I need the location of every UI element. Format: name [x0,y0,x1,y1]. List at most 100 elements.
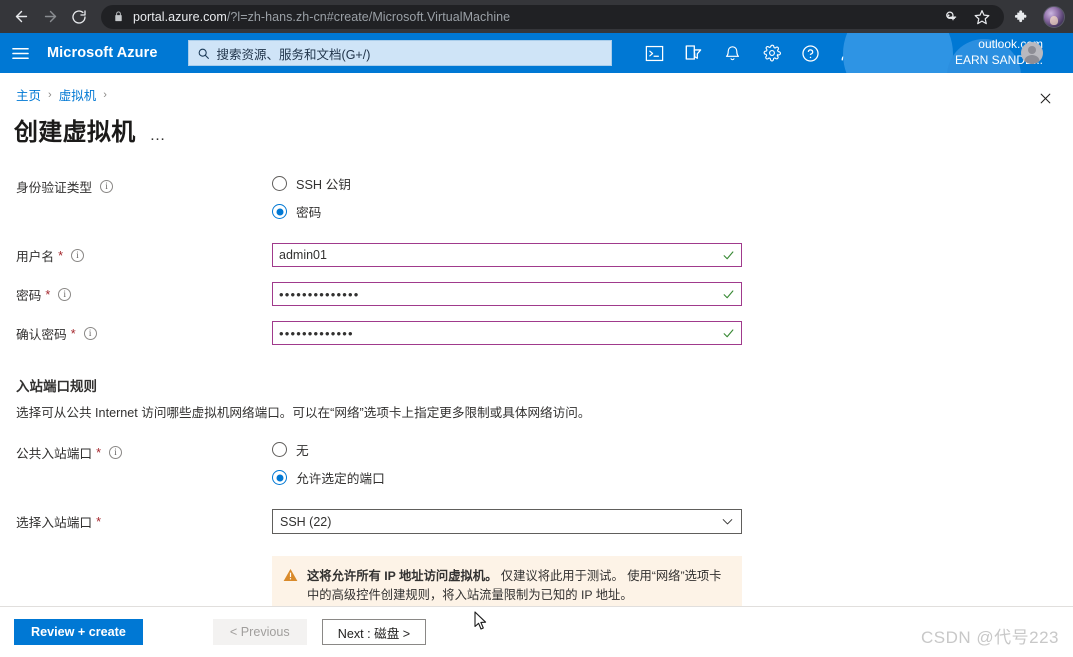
reload-icon [71,9,87,25]
forward-arrow-icon [42,8,59,25]
key-icon[interactable] [940,7,960,27]
password-value: •••••••••••••• [279,287,718,302]
help-question-icon[interactable] [800,42,822,64]
breadcrumb-separator-2: › [103,89,107,101]
search-input[interactable]: 搜索资源、服务和文档(G+/) [188,40,612,66]
reload-button[interactable] [66,4,92,30]
required-asterisk: * [58,249,63,263]
select-inbound-label: 选择入站端口 * [16,509,272,531]
required-asterisk: * [45,288,50,302]
directory-subscription-icon[interactable] [683,42,705,64]
warning-text: 这将允许所有 IP 地址访问虚拟机。 仅建议将此用于测试。 使用“网络”选项卡中… [307,567,730,604]
required-asterisk: * [96,446,101,460]
breadcrumb-item-home[interactable]: 主页 [16,85,41,104]
radio-option-allow-selected-ports[interactable]: 允许选定的端口 [272,468,385,487]
search-placeholder: 搜索资源、服务和文档(G+/) [217,44,371,63]
password-input[interactable]: •••••••••••••• [272,282,742,306]
more-actions-button[interactable]: … [150,127,168,148]
auth-type-radio-group: SSH 公钥 密码 [272,174,351,221]
radio-option-ssh-public-key[interactable]: SSH 公钥 [272,174,351,193]
chevron-down-icon [721,515,734,528]
inbound-section-heading: 入站端口规则 [16,375,1073,395]
azure-top-bar: Microsoft Azure 搜索资源、服务和文档(G+/) outlook.… [0,33,1073,73]
bookmark-star-icon[interactable] [972,7,992,27]
radio-label-ssh: SSH 公钥 [296,174,351,193]
browser-toolbar: portal.azure.com/?l=zh-hans.zh-cn#create… [0,0,1073,33]
radio-circle-none [272,442,287,457]
close-button[interactable] [1030,86,1060,116]
field-row-confirm-password: 确认密码 * i ••••••••••••• [16,321,1073,345]
username-input[interactable]: admin01 [272,243,742,267]
select-inbound-ports-dropdown[interactable]: SSH (22) [272,509,742,534]
azure-header-icons [644,42,861,64]
username-label: 用户名 * i [16,243,272,265]
forward-button[interactable] [37,4,63,30]
url-path: /?l=zh-hans.zh-cn#create/Microsoft.Virtu… [227,10,510,24]
public-inbound-label-text: 公共入站端口 [16,443,92,462]
cloud-shell-icon[interactable] [644,42,666,64]
password-label-text: 密码 [16,285,41,304]
field-row-select-inbound-ports: 选择入站端口 * SSH (22) [16,509,1073,534]
search-icon [197,47,210,60]
profile-avatar-icon[interactable] [1043,6,1065,28]
back-button[interactable] [8,4,34,30]
omnibox-actions [940,5,1000,29]
confirm-password-input[interactable]: ••••••••••••• [272,321,742,345]
breadcrumb-separator: › [48,89,52,101]
field-row-password: 密码 * i •••••••••••••• [16,282,1073,306]
confirm-password-value: ••••••••••••• [279,326,718,341]
watermark: CSDN @代号223 [921,623,1059,648]
radio-option-password[interactable]: 密码 [272,202,351,221]
url-host: portal.azure.com [133,10,227,24]
radio-option-none[interactable]: 无 [272,440,385,459]
radio-label-password: 密码 [296,202,321,221]
previous-button: < Previous [213,619,307,645]
password-label: 密码 * i [16,282,272,304]
radio-label-none: 无 [296,440,309,459]
auth-type-label: 身份验证类型 i [16,174,272,196]
close-icon [1039,92,1052,110]
required-asterisk: * [71,327,76,341]
radio-circle-ssh [272,176,287,191]
auth-type-label-text: 身份验证类型 [16,177,92,196]
confirm-password-label-text: 确认密码 [16,324,67,343]
account-info[interactable]: outlook.com EARN SANDB... [955,33,1043,73]
lock-icon [113,11,124,22]
radio-circle-password [272,204,287,219]
notifications-bell-icon[interactable] [722,42,744,64]
address-bar[interactable]: portal.azure.com/?l=zh-hans.zh-cn#create… [101,5,1004,29]
create-vm-form: 身份验证类型 i SSH 公钥 密码 用户名 * i [0,148,1073,616]
radio-circle-allow-selected [272,470,287,485]
public-inbound-label: 公共入站端口 * i [16,440,272,462]
info-icon[interactable]: i [84,327,97,340]
puzzle-piece-icon[interactable] [1012,7,1032,27]
username-label-text: 用户名 [16,246,54,265]
warning-bold-text: 这将允许所有 IP 地址访问虚拟机。 [307,569,497,583]
info-icon[interactable]: i [58,288,71,301]
avatar[interactable] [1021,42,1043,64]
url-text: portal.azure.com/?l=zh-hans.zh-cn#create… [133,10,510,24]
back-arrow-icon [13,8,30,25]
info-icon[interactable]: i [71,249,84,262]
breadcrumb: 主页 › 虚拟机 › [0,73,1073,104]
field-row-public-inbound-ports: 公共入站端口 * i 无 允许选定的端口 [16,440,1073,487]
next-button[interactable]: Next : 磁盘 > [322,619,426,645]
review-create-button[interactable]: Review + create [14,619,143,645]
field-row-username: 用户名 * i admin01 [16,243,1073,267]
username-value: admin01 [279,248,718,262]
feedback-icon[interactable] [839,42,861,64]
valid-check-icon [722,288,735,301]
info-icon[interactable]: i [109,446,122,459]
select-inbound-value: SSH (22) [280,515,331,529]
info-icon[interactable]: i [100,180,113,193]
page-title-row: 创建虚拟机 … [0,104,1073,148]
confirm-password-label: 确认密码 * i [16,321,272,343]
azure-brand[interactable]: Microsoft Azure [47,45,158,61]
breadcrumb-item-virtual-machines[interactable]: 虚拟机 [59,85,97,104]
valid-check-icon [722,327,735,340]
field-row-auth-type: 身份验证类型 i SSH 公钥 密码 [16,174,1073,221]
warning-triangle-icon [283,568,298,587]
settings-gear-icon[interactable] [761,42,783,64]
public-inbound-radio-group: 无 允许选定的端口 [272,440,385,487]
hamburger-menu-icon[interactable] [0,33,40,73]
